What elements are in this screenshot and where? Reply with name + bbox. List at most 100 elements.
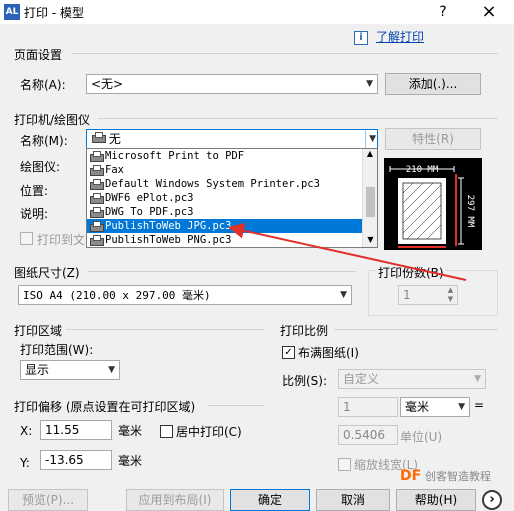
scale-label: 比例(S): <box>282 374 328 388</box>
scale-unit-select[interactable]: 毫米 ▼ <box>400 397 470 417</box>
paper-size-title: 图纸尺寸(Z) <box>14 266 80 280</box>
scroll-down-icon[interactable]: ▼ <box>363 235 378 244</box>
printer-properties-button[interactable]: 特性(R) <box>385 128 481 150</box>
plot-offset-title: 打印偏移 (原点设置在可打印区域) <box>14 400 196 414</box>
x-offset-unit: 毫米 <box>118 424 143 438</box>
divider <box>72 53 498 54</box>
watermark-logo: DF <box>400 468 422 484</box>
app-icon: AL <box>4 4 20 20</box>
printer-name-select[interactable]: 无 ▼ <box>86 129 378 149</box>
printer-icon <box>91 132 106 143</box>
printer-option-label: Fax <box>105 164 124 176</box>
equals-sign: = <box>474 398 485 412</box>
printer-option-label: DWG To PDF.pc3 <box>105 206 194 218</box>
page-setup-name-label: 名称(A): <box>20 78 66 92</box>
page-setup-name-select[interactable]: <无> ▼ <box>86 74 378 94</box>
paper-preview-drawing: 210 MM 297 MM <box>389 165 475 248</box>
printer-group-title: 打印机/绘图仪 <box>14 113 91 127</box>
watermark-text: 创客智造教程 <box>425 470 492 483</box>
plot-area-title: 打印区域 <box>14 324 63 338</box>
preview-button[interactable]: 预览(P)... <box>8 489 88 511</box>
expand-button[interactable]: › <box>482 490 502 510</box>
scroll-thumb[interactable] <box>366 187 375 217</box>
plotter-label: 绘图仪: <box>20 160 61 174</box>
paper-size-select[interactable]: ISO A4 (210.00 x 297.00 毫米) ▼ <box>18 285 352 305</box>
printer-option-label: DWF6 ePlot.pc3 <box>105 192 194 204</box>
help-button[interactable]: 帮助(H) <box>396 489 476 511</box>
center-plot-label: 居中打印(C) <box>176 425 242 439</box>
fit-to-paper-label: 布满图纸(I) <box>298 346 359 360</box>
plot-range-value: 显示 <box>25 363 50 377</box>
printer-option[interactable]: DWG To PDF.pc3 <box>87 205 362 219</box>
printer-dropdown-list[interactable]: Microsoft Print to PDF Fax Default Windows… <box>86 148 378 248</box>
printer-option[interactable]: Default Windows System Printer.pc3 <box>87 177 362 191</box>
chevron-down-icon[interactable]: ▼ <box>365 130 376 148</box>
learn-printing-link[interactable]: 了解打印 <box>376 28 424 45</box>
description-label: 说明: <box>20 207 49 221</box>
watermark: DF 创客智造教程 <box>400 468 491 490</box>
svg-text:210 MM: 210 MM <box>406 165 439 175</box>
scale-number-input[interactable]: 1 <box>338 397 398 417</box>
scale-select[interactable]: 自定义 ▼ <box>338 369 486 389</box>
printer-icon <box>89 178 104 190</box>
page-setup-name-value: <无> <box>91 77 124 91</box>
printer-icon <box>89 234 104 246</box>
printer-icon <box>89 164 104 176</box>
chevron-down-icon: ▼ <box>340 290 347 300</box>
help-title-button[interactable]: ? <box>428 2 458 22</box>
printer-name-value: 无 <box>108 132 121 146</box>
scale-value: 自定义 <box>343 372 380 386</box>
plot-range-select[interactable]: 显示 ▼ <box>20 360 120 380</box>
printer-option-label: Microsoft Print to PDF <box>105 150 245 162</box>
paper-preview: 210 MM 297 MM <box>384 158 482 250</box>
printer-option[interactable]: PublishToWeb JPG.pc3 <box>87 219 362 233</box>
printer-name-label: 名称(M): <box>20 134 68 148</box>
printer-option-label: PublishToWeb JPG.pc3 <box>105 220 232 232</box>
info-icon: i <box>354 31 368 45</box>
divider <box>66 329 264 330</box>
plot-scale-title: 打印比例 <box>280 324 329 338</box>
printer-icon <box>89 150 104 162</box>
printer-option-label: PublishToWeb PNG.pc3 <box>105 234 232 246</box>
window-title: 打印 - 模型 <box>24 6 84 20</box>
copies-spinner[interactable]: ▲ ▼ <box>444 286 457 304</box>
center-plot-checkbox[interactable] <box>160 425 173 438</box>
printer-option[interactable]: DWF6 ePlot.pc3 <box>87 191 362 205</box>
scale-unit-value: 毫米 <box>405 400 430 414</box>
page-setup-title: 页面设置 <box>14 48 63 62</box>
print-to-file-label: 打印到文 <box>37 233 86 247</box>
copies-title: 打印份数(B) <box>376 264 446 281</box>
chevron-down-icon: ▼ <box>458 402 465 412</box>
dropdown-scrollbar[interactable]: ▲ ▼ <box>362 149 377 247</box>
close-button[interactable]: × <box>474 2 504 22</box>
unit-label: 单位(U) <box>400 430 443 444</box>
y-offset-unit: 毫米 <box>118 454 143 468</box>
apply-to-layout-button[interactable]: 应用到布局(I) <box>126 489 224 511</box>
printer-option[interactable]: Fax <box>87 163 362 177</box>
chevron-down-icon: ▼ <box>366 79 373 89</box>
divider <box>88 271 356 272</box>
divider <box>208 405 264 406</box>
add-page-setup-button[interactable]: 添加(.)... <box>385 73 481 95</box>
chevron-down-icon: ▼ <box>474 374 481 384</box>
printer-option-label: Default Windows System Printer.pc3 <box>105 178 320 190</box>
printer-option[interactable]: Microsoft Print to PDF <box>87 149 362 163</box>
fit-to-paper-checkbox[interactable]: ✓ <box>282 346 295 359</box>
unit-value-input[interactable]: 0.5406 <box>338 425 398 445</box>
scroll-up-icon[interactable]: ▲ <box>363 149 377 159</box>
divider <box>334 329 498 330</box>
x-offset-label: X: <box>20 424 33 438</box>
print-to-file-checkbox[interactable] <box>20 232 33 245</box>
paper-size-value: ISO A4 (210.00 x 297.00 毫米) <box>23 289 211 302</box>
y-offset-input[interactable]: -13.65 <box>40 450 112 470</box>
ok-button[interactable]: 确定 <box>230 489 310 511</box>
chevron-down-icon: ▼ <box>108 365 115 375</box>
printer-icon <box>89 192 104 204</box>
x-offset-input[interactable]: 11.55 <box>40 420 112 440</box>
cancel-button[interactable]: 取消 <box>316 489 390 511</box>
plot-range-label: 打印范围(W): <box>20 343 94 357</box>
scale-lineweights-checkbox[interactable] <box>338 458 351 471</box>
divider <box>98 118 498 119</box>
printer-option[interactable]: PublishToWeb PNG.pc3 <box>87 233 362 247</box>
printer-icon <box>89 206 104 218</box>
